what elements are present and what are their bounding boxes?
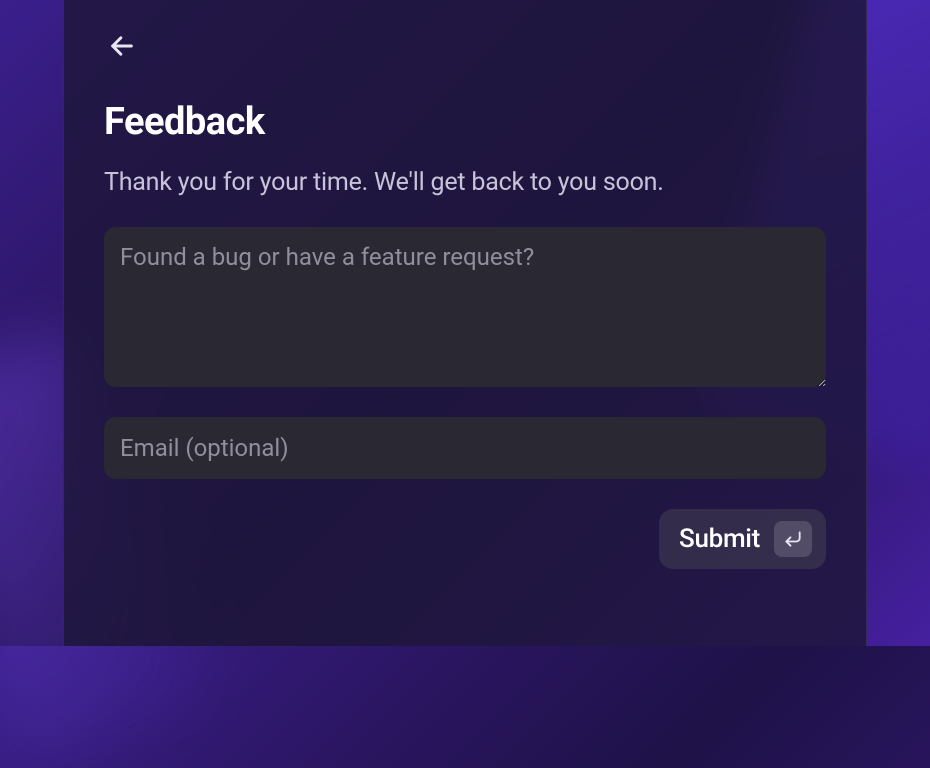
feedback-message-input[interactable] bbox=[104, 227, 826, 387]
email-field[interactable] bbox=[104, 417, 826, 479]
enter-key-badge bbox=[774, 521, 812, 557]
back-button[interactable] bbox=[104, 28, 140, 64]
page-subtitle: Thank you for your time. We'll get back … bbox=[104, 168, 826, 197]
submit-label: Submit bbox=[679, 524, 760, 554]
page-title: Feedback bbox=[104, 100, 826, 144]
submit-row: Submit bbox=[104, 509, 826, 569]
submit-button[interactable]: Submit bbox=[659, 509, 826, 569]
enter-key-icon bbox=[783, 529, 803, 549]
feedback-card: Feedback Thank you for your time. We'll … bbox=[63, 0, 867, 646]
arrow-left-icon bbox=[108, 32, 136, 60]
